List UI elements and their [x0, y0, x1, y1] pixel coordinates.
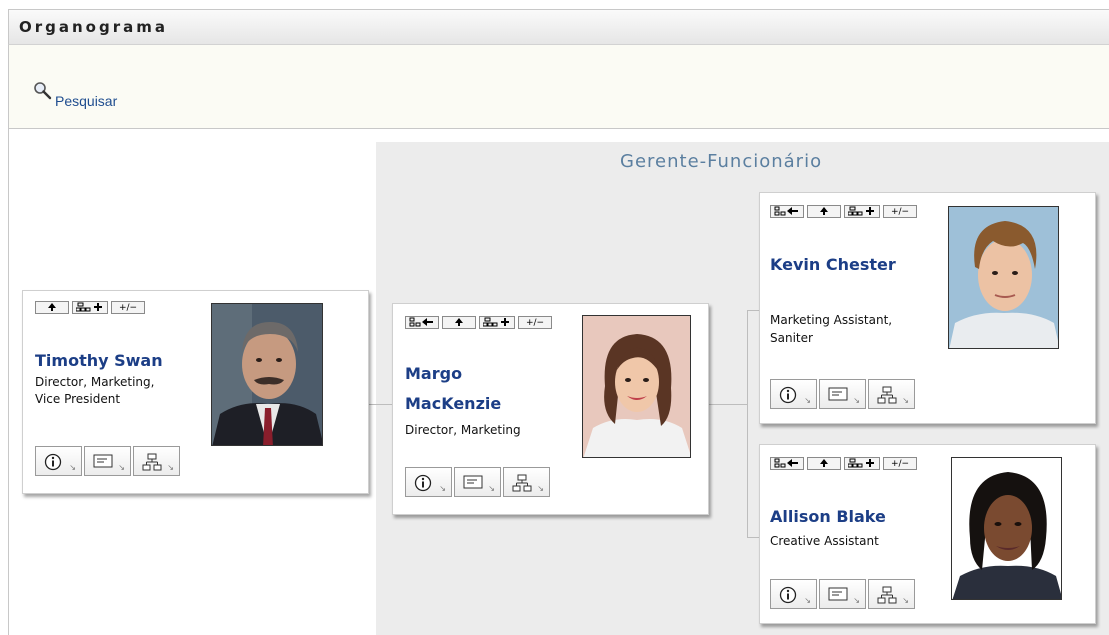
- person-title-line1: Director, Marketing,: [35, 375, 155, 389]
- person-card: +/− Kevin Chester Marketing Assistant, S…: [759, 192, 1096, 424]
- email-card-icon[interactable]: ↘: [454, 467, 501, 497]
- card-nav: +/−: [35, 301, 145, 314]
- person-photo: [948, 206, 1059, 349]
- person-name[interactable]: Kevin Chester: [770, 253, 896, 277]
- person-photo: [582, 315, 691, 458]
- connector-line: [747, 310, 759, 311]
- card-actions: ↘ ↘ ↘: [770, 579, 915, 609]
- card-actions: ↘ ↘ ↘: [35, 446, 180, 476]
- email-card-icon[interactable]: ↘: [819, 379, 866, 409]
- back-to-root-icon[interactable]: [405, 316, 439, 329]
- card-actions: ↘ ↘ ↘: [405, 467, 550, 497]
- magnifier-icon: [34, 82, 52, 100]
- card-actions: ↘ ↘ ↘: [770, 379, 915, 409]
- org-chart-icon[interactable]: ↘: [868, 579, 915, 609]
- person-title-line1: Director, Marketing: [405, 423, 521, 437]
- card-nav: +/−: [770, 457, 917, 470]
- org-chart-icon[interactable]: ↘: [503, 467, 550, 497]
- connector-line: [708, 404, 748, 405]
- portlet-title: Organograma: [19, 18, 169, 36]
- person-name[interactable]: Timothy Swan: [35, 349, 163, 373]
- org-chart-icon[interactable]: ↘: [133, 446, 180, 476]
- expand-subordinates-icon[interactable]: [72, 301, 108, 314]
- email-card-icon[interactable]: ↘: [84, 446, 131, 476]
- card-nav: +/−: [405, 316, 552, 329]
- person-title-line2: Saniter: [770, 331, 813, 345]
- info-icon[interactable]: ↘: [770, 379, 817, 409]
- expand-subordinates-icon[interactable]: [479, 316, 515, 329]
- toolbar: Pesquisar: [8, 45, 1109, 129]
- expand-subordinates-icon[interactable]: [844, 457, 880, 470]
- toggle-expand-button[interactable]: +/−: [111, 301, 145, 314]
- toggle-expand-button[interactable]: +/−: [518, 316, 552, 329]
- person-title-line1: Creative Assistant: [770, 534, 879, 548]
- card-nav: +/−: [770, 205, 917, 218]
- connector-line: [368, 404, 392, 405]
- person-card: +/− Allison Blake Creative Assistant ↘ ↘…: [759, 444, 1096, 624]
- back-to-root-icon[interactable]: [770, 205, 804, 218]
- email-card-icon[interactable]: ↘: [819, 579, 866, 609]
- toggle-expand-button[interactable]: +/−: [883, 205, 917, 218]
- person-card: +/− Margo MacKenzie Director, Marketing …: [392, 303, 709, 515]
- person-name-line2[interactable]: MacKenzie: [405, 392, 501, 416]
- connector-line: [747, 537, 759, 538]
- person-photo: [211, 303, 323, 446]
- person-card: +/− Timothy Swan Director, Marketing, Vi…: [22, 290, 369, 494]
- person-photo: [951, 457, 1062, 600]
- portlet-titlebar: Organograma: [8, 9, 1109, 45]
- person-title-line1: Marketing Assistant,: [770, 313, 893, 327]
- org-chart-icon[interactable]: ↘: [868, 379, 915, 409]
- search-link[interactable]: Pesquisar: [33, 81, 117, 109]
- search-label[interactable]: Pesquisar: [55, 93, 117, 109]
- up-arrow-icon[interactable]: [442, 316, 476, 329]
- person-name[interactable]: Allison Blake: [770, 505, 886, 529]
- toggle-expand-button[interactable]: +/−: [883, 457, 917, 470]
- up-arrow-icon[interactable]: [807, 205, 841, 218]
- connector-line: [747, 310, 748, 538]
- info-icon[interactable]: ↘: [35, 446, 82, 476]
- info-icon[interactable]: ↘: [405, 467, 452, 497]
- person-name-line1[interactable]: Margo: [405, 362, 462, 386]
- view-title: Gerente-Funcionário: [620, 151, 823, 172]
- person-title-line2: Vice President: [35, 392, 121, 406]
- expand-subordinates-icon[interactable]: [844, 205, 880, 218]
- back-to-root-icon[interactable]: [770, 457, 804, 470]
- info-icon[interactable]: ↘: [770, 579, 817, 609]
- up-arrow-icon[interactable]: [35, 301, 69, 314]
- up-arrow-icon[interactable]: [807, 457, 841, 470]
